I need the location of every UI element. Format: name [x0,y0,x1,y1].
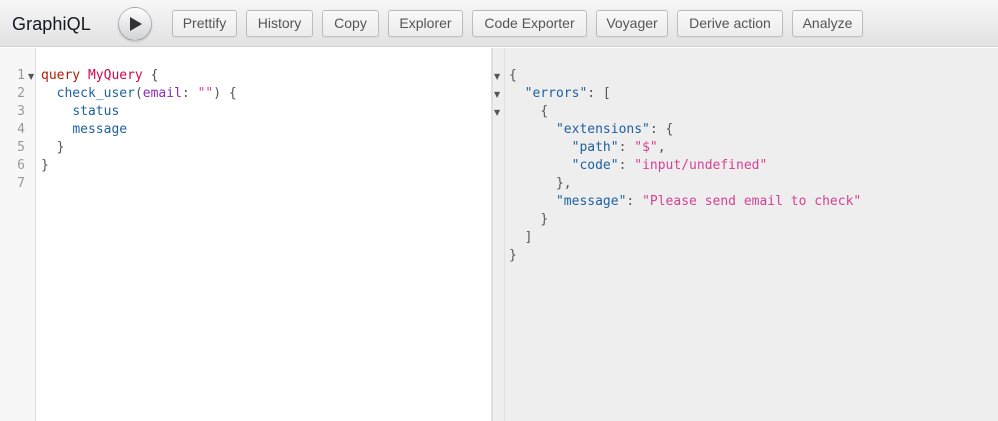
result-line: }, [555,176,572,191]
fold-toggle-icon[interactable]: ▼ [494,90,500,99]
code-line: message [72,122,128,137]
voyager-button[interactable]: Voyager [596,10,668,37]
line-number: 6 [17,158,25,173]
execute-query-button[interactable] [118,7,152,41]
fold-toggle-icon[interactable]: ▼ [28,72,34,81]
derive-action-button[interactable]: Derive action [677,10,783,37]
app-title: GraphiQL [12,14,91,34]
result-line: { [509,68,517,83]
line-number: 3 [17,104,25,119]
result-line: ] [524,230,533,245]
result-line: "path": "$", [571,140,666,155]
code-line: check_user(email: "") { [56,86,237,101]
copy-button[interactable]: Copy [322,10,379,37]
analyze-button[interactable]: Analyze [792,10,863,37]
result-line: "errors": [ [524,86,611,101]
result-line: { [540,104,549,119]
result-line: "message": "Please send email to check" [555,194,862,209]
line-number-gutter: 1 2 3 4 5 6 7 ▼ [0,48,36,421]
result-line: "extensions": { [555,122,674,137]
code-line: query MyQuery { [41,68,159,83]
result-line: "code": "input/undefined" [571,158,768,173]
result-line: } [509,248,517,263]
code-line: } [56,140,65,155]
code-line: } [41,158,49,173]
result-line: } [540,212,549,227]
query-editor[interactable]: 1 2 3 4 5 6 7 ▼ query MyQuery { check_us… [0,48,492,421]
prettify-button[interactable]: Prettify [172,10,237,37]
history-button[interactable]: History [246,10,313,37]
explorer-button[interactable]: Explorer [388,10,463,37]
line-number: 4 [17,122,25,137]
code-exporter-button[interactable]: Code Exporter [472,10,587,37]
line-number: 1 [17,68,25,83]
line-number: 5 [17,140,25,155]
toolbar: GraphiQL Prettify History Copy Explorer … [0,0,998,47]
code-line: status [72,104,120,119]
play-icon [130,17,142,31]
line-number: 7 [17,176,25,191]
pane-resize-handle[interactable] [492,48,505,421]
line-number: 2 [17,86,25,101]
fold-toggle-icon[interactable]: ▼ [494,72,500,81]
result-viewer [505,48,998,421]
fold-toggle-icon[interactable]: ▼ [494,108,500,117]
